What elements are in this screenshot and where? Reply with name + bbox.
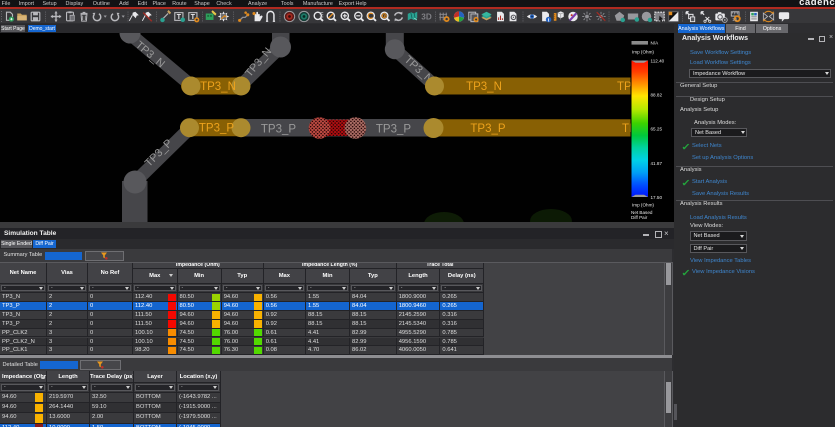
svg-text:TP3_N: TP3_N: [466, 81, 502, 93]
svg-text:17.50: 17.50: [651, 195, 663, 200]
svg-text:TP3_P: TP3_P: [470, 123, 505, 135]
svg-text:Diff Pair: Diff Pair: [631, 215, 648, 220]
svg-text:10: 10: [732, 17, 737, 22]
svg-text:TP3_P: TP3_P: [199, 123, 234, 135]
svg-text:Net Based: Net Based: [631, 210, 653, 215]
svg-text:3D: 3D: [421, 12, 432, 21]
svg-text:TP3_N: TP3_N: [200, 81, 236, 93]
svg-text:112.40: 112.40: [651, 59, 665, 64]
svg-text:TP3_P: TP3_P: [376, 124, 411, 136]
svg-text:88.82: 88.82: [651, 93, 663, 98]
svg-text:Imp (Ohm): Imp (Ohm): [632, 50, 654, 55]
svg-text:Imp (Ohm): Imp (Ohm): [632, 203, 654, 208]
svg-text:TP3_P: TP3_P: [261, 124, 296, 136]
svg-text:41.87: 41.87: [651, 161, 663, 166]
svg-text:65.25: 65.25: [651, 127, 663, 132]
svg-text:N/A: N/A: [651, 41, 660, 46]
